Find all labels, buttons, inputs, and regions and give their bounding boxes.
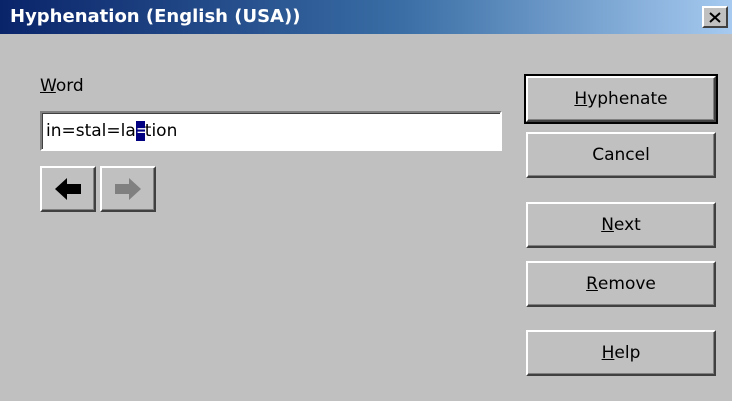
next-button[interactable]: Next bbox=[526, 202, 716, 248]
cancel-button[interactable]: Cancel bbox=[526, 132, 716, 178]
previous-hyphen-button[interactable] bbox=[40, 166, 96, 212]
word-label-mnemonic: W bbox=[40, 76, 56, 96]
word-hyphen-selection: = bbox=[135, 121, 145, 141]
word-field[interactable]: in=stal=la = tion bbox=[40, 111, 502, 151]
close-button[interactable] bbox=[702, 6, 728, 28]
word-text-after: tion bbox=[144, 121, 178, 141]
hyphenate-button[interactable]: Hyphenate bbox=[524, 74, 718, 124]
word-text-before: in=stal=la bbox=[46, 121, 136, 141]
remove-button[interactable]: Remove bbox=[526, 261, 716, 307]
remove-mnemonic: R bbox=[586, 274, 598, 294]
hyphenation-dialog: Hyphenation (English (USA)) Word in=stal… bbox=[0, 0, 732, 401]
hyphenate-label: yphenate bbox=[587, 89, 668, 109]
word-label: Word bbox=[40, 76, 84, 96]
cancel-label: Cancel bbox=[592, 145, 650, 165]
arrow-left-icon bbox=[55, 178, 81, 200]
hyphenate-mnemonic: H bbox=[574, 89, 588, 109]
word-label-rest: ord bbox=[55, 76, 84, 96]
remove-label: emove bbox=[597, 274, 656, 294]
help-label: elp bbox=[614, 343, 641, 363]
close-icon bbox=[709, 11, 721, 23]
window-title: Hyphenation (English (USA)) bbox=[10, 6, 301, 27]
next-mnemonic: N bbox=[601, 215, 614, 235]
arrow-right-icon bbox=[115, 178, 141, 200]
title-bar: Hyphenation (English (USA)) bbox=[0, 0, 732, 34]
help-mnemonic: H bbox=[601, 343, 615, 363]
help-button[interactable]: Help bbox=[526, 330, 716, 376]
next-hyphen-button[interactable] bbox=[100, 166, 156, 212]
next-label: ext bbox=[613, 215, 641, 235]
